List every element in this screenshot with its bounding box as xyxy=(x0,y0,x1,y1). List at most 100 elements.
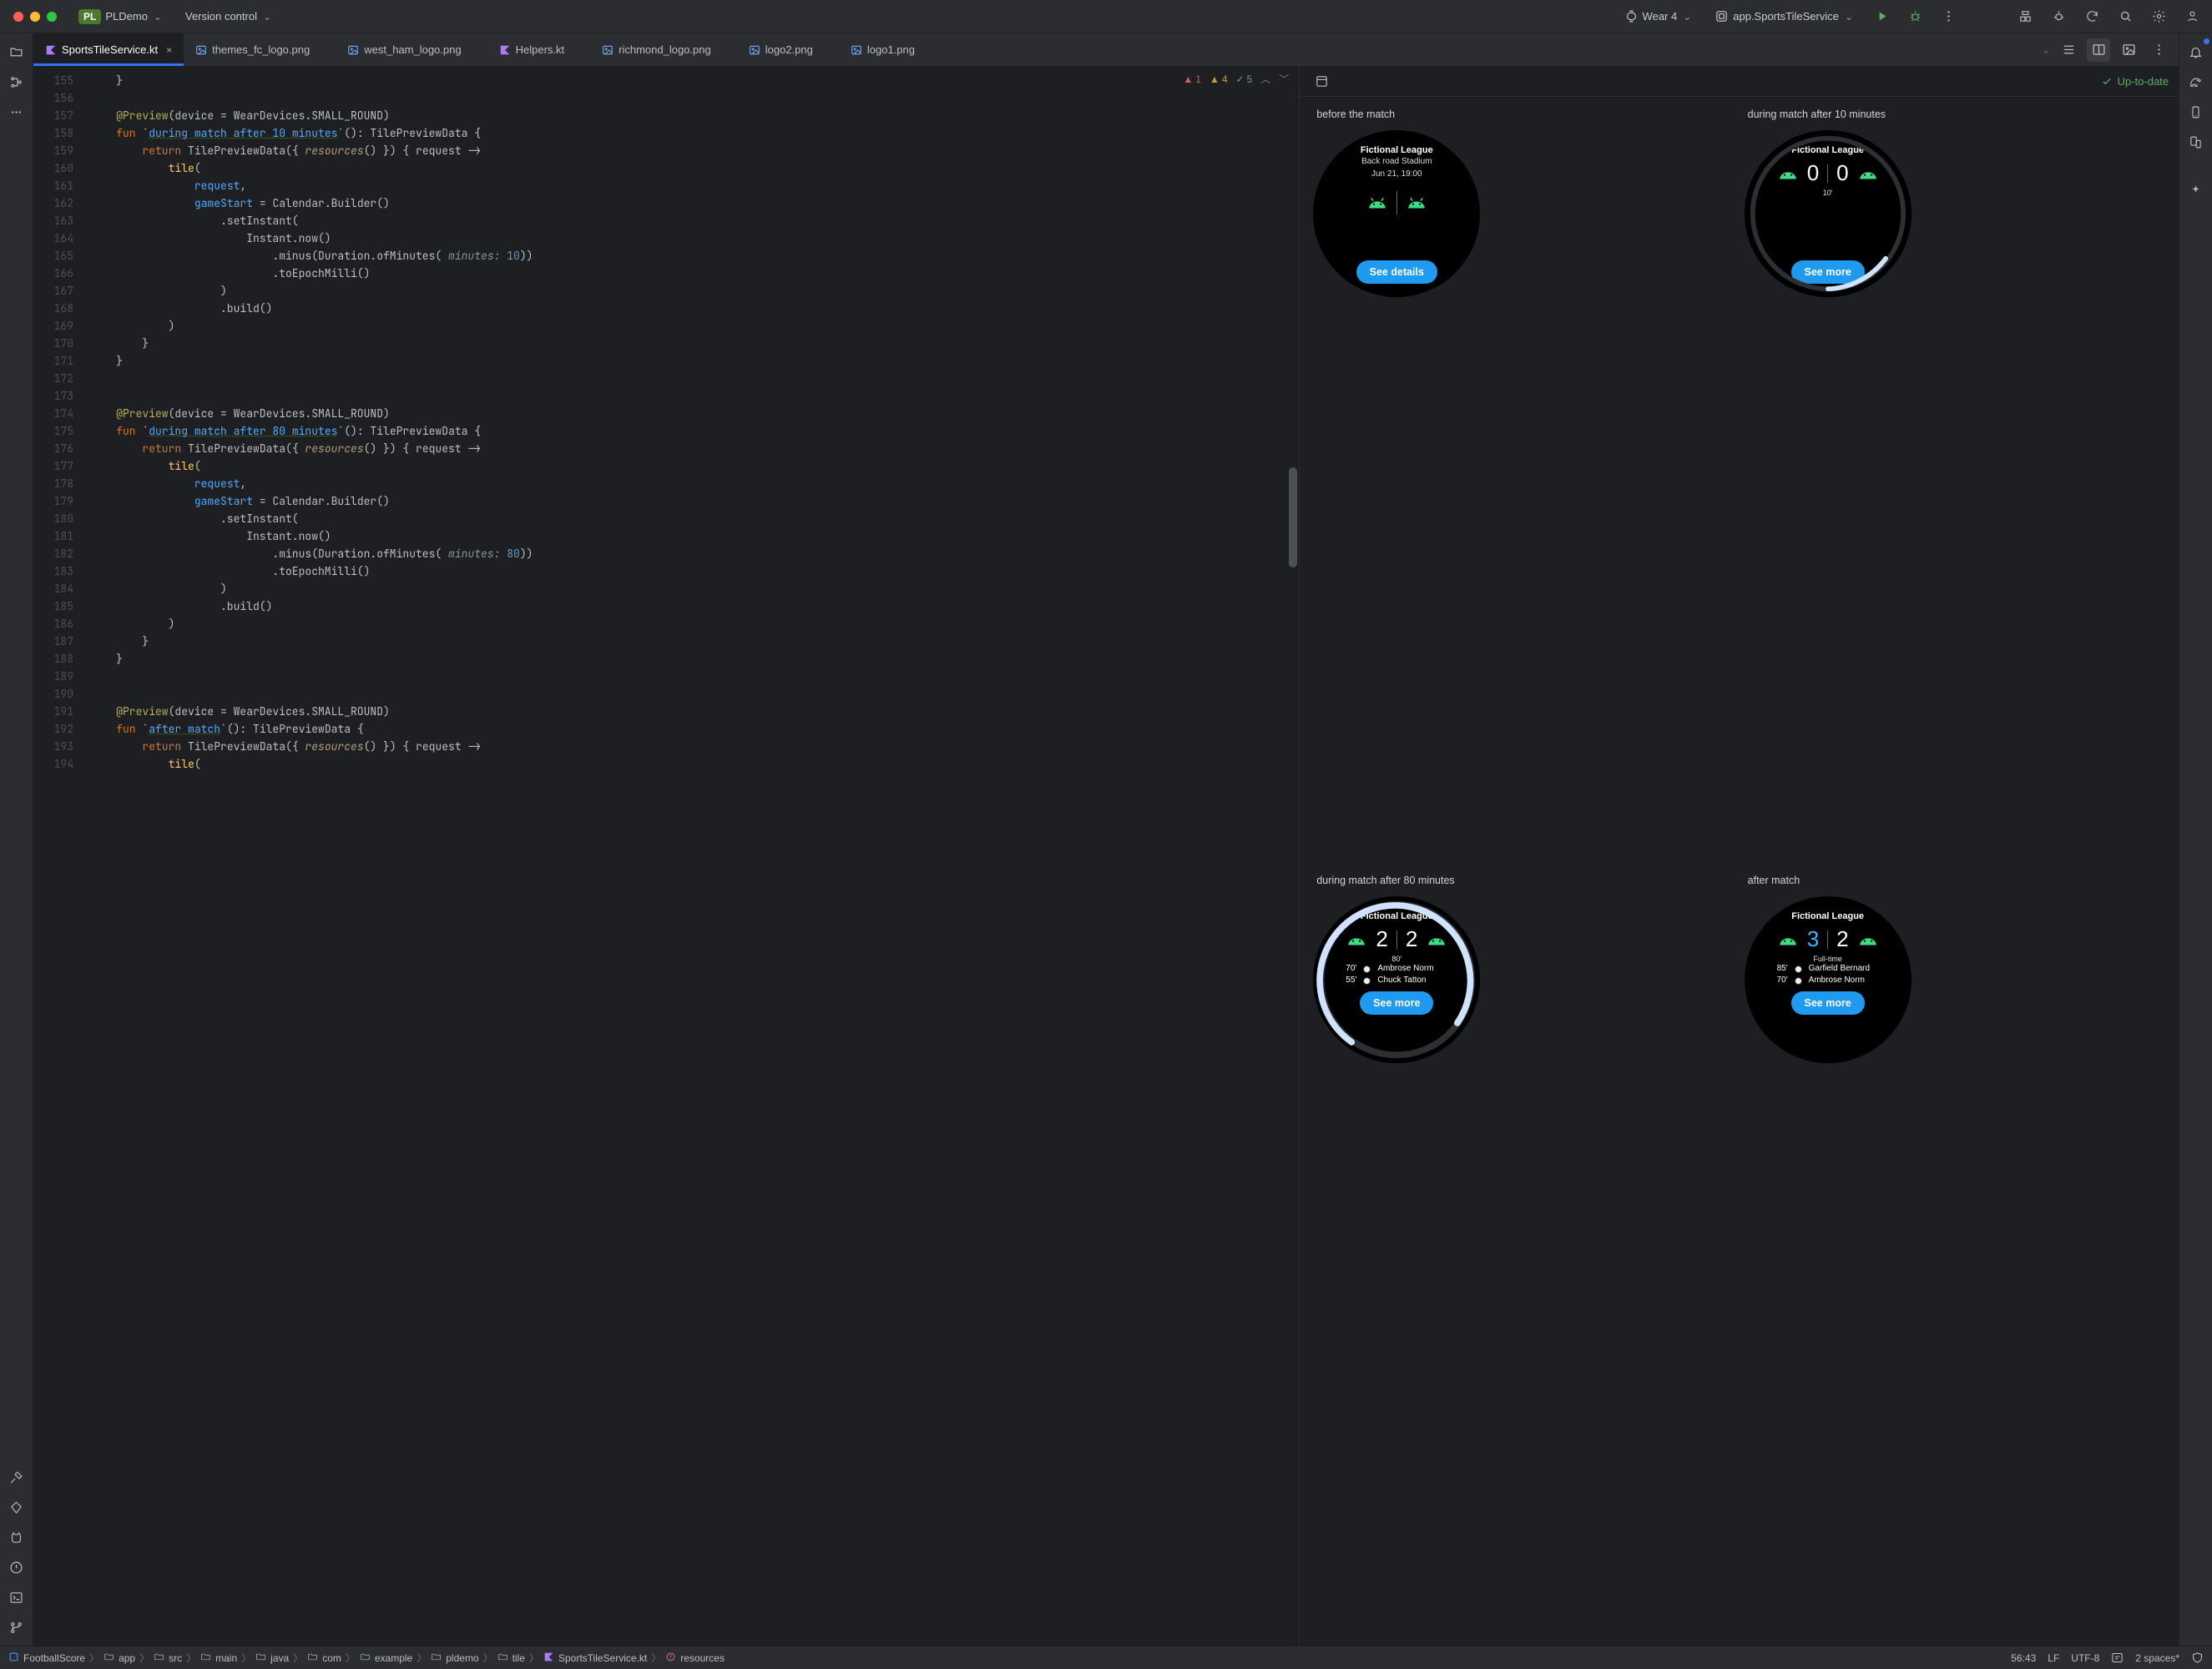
device-manager-button[interactable] xyxy=(2184,100,2208,124)
breadcrumbs[interactable]: FootballScore〉app〉src〉main〉java〉com〉exam… xyxy=(8,1651,725,1665)
terminal-icon xyxy=(9,1591,23,1605)
code-area[interactable]: } @Preview(device = WearDevices.SMALL_RO… xyxy=(83,67,1299,1646)
breadcrumb-segment[interactable]: FootballScore xyxy=(23,1652,85,1664)
editor-tab[interactable]: west_ham_logo.png × xyxy=(336,33,487,66)
panel-icon xyxy=(1315,74,1329,88)
window-controls xyxy=(8,12,62,22)
maximize-window-icon[interactable] xyxy=(47,12,57,22)
vcs-widget[interactable]: Version control xyxy=(179,7,278,26)
caret-position[interactable]: 56:43 xyxy=(2011,1652,2036,1664)
close-tab-icon[interactable]: × xyxy=(166,44,172,56)
settings-button[interactable] xyxy=(2147,5,2170,28)
datetime-label: Jun 21, 19:00 xyxy=(1371,169,1422,180)
breadcrumb-icon xyxy=(200,1651,211,1665)
view-mode-split-button[interactable] xyxy=(2087,38,2110,62)
file-encoding[interactable]: UTF-8 xyxy=(2071,1652,2099,1664)
line-gutter[interactable]: 1551561571581591601611621631641651661671… xyxy=(33,67,83,1646)
vcs-button[interactable] xyxy=(5,1616,28,1639)
sparkle-icon xyxy=(2189,184,2203,198)
editor-tab[interactable]: Helpers.kt × xyxy=(487,33,591,66)
toolbar-build-button[interactable] xyxy=(2047,5,2070,28)
breadcrumb-segment[interactable]: tile xyxy=(513,1652,525,1664)
view-mode-list-button[interactable] xyxy=(2057,38,2080,62)
search-everywhere-button[interactable] xyxy=(2114,5,2137,28)
problems-button[interactable] xyxy=(5,1556,28,1579)
account-button[interactable] xyxy=(2180,5,2204,28)
running-devices-button[interactable] xyxy=(2184,130,2208,154)
close-window-icon[interactable] xyxy=(13,12,23,22)
watch-face[interactable]: Fictional League 0 0 10' See more xyxy=(1745,130,1912,297)
toolbar-sync-button[interactable] xyxy=(2080,5,2103,28)
home-score: 3 xyxy=(1807,926,1819,952)
warning-count[interactable]: ▲ 4 xyxy=(1210,73,1228,85)
minimize-window-icon[interactable] xyxy=(30,12,40,22)
inspection-widget[interactable]: ▲ 1 ▲ 4 ✓ 5 ︿ ﹀ xyxy=(1183,72,1289,86)
editor-tab[interactable]: SportsTileService.kt × xyxy=(33,33,184,66)
breadcrumb-segment[interactable]: com xyxy=(322,1652,341,1664)
breadcrumb-segment[interactable]: app xyxy=(119,1652,135,1664)
gradle-button[interactable] xyxy=(2184,70,2208,93)
scrollbar-thumb[interactable] xyxy=(1289,467,1297,567)
breadcrumb-segment[interactable]: resources xyxy=(680,1652,725,1664)
build-variants-button[interactable] xyxy=(5,1465,28,1489)
editor-tab[interactable]: richmond_logo.png × xyxy=(590,33,737,66)
breadcrumb-segment[interactable]: pldemo xyxy=(446,1652,478,1664)
code-with-me-icon xyxy=(2018,9,2033,23)
breadcrumb-segment[interactable]: java xyxy=(270,1652,289,1664)
logcat-button[interactable] xyxy=(5,1525,28,1549)
check-icon xyxy=(2101,76,2113,88)
run-config-selector[interactable]: app.SportsTileService xyxy=(1708,6,1860,27)
editor-tab[interactable]: logo1.png × xyxy=(839,33,941,66)
file-icon xyxy=(749,44,760,56)
indent-settings[interactable]: 2 spaces* xyxy=(2135,1652,2179,1664)
prev-highlight-button[interactable]: ︿ xyxy=(1260,72,1270,86)
resource-manager-button[interactable] xyxy=(5,1495,28,1519)
project-toolwindow-button[interactable] xyxy=(5,40,28,63)
overflow-tabs-button[interactable] xyxy=(2040,43,2050,56)
notifications-button[interactable] xyxy=(2184,40,2208,63)
preview-title: during match after 80 minutes xyxy=(1316,875,1454,886)
team-home-icon xyxy=(1777,932,1799,947)
editor-tab[interactable]: themes_fc_logo.png × xyxy=(184,33,336,66)
tab-actions-button[interactable] xyxy=(2147,38,2170,62)
watch-face[interactable]: Fictional League 2 2 80' 70'Ambrose Norm xyxy=(1313,896,1480,1063)
error-count[interactable]: ▲ 1 xyxy=(1183,73,1201,85)
breadcrumb-icon xyxy=(8,1651,19,1665)
tab-label: SportsTileService.kt xyxy=(62,43,158,56)
shield-icon[interactable] xyxy=(2191,1651,2204,1664)
file-icon xyxy=(499,44,511,56)
device-selector[interactable]: Wear 4 xyxy=(1618,6,1699,27)
more-actions-button[interactable] xyxy=(1937,5,1960,28)
editor-tab[interactable]: logo2.png × xyxy=(737,33,839,66)
breadcrumb-icon xyxy=(497,1651,508,1665)
ai-assistant-button[interactable] xyxy=(2184,179,2208,202)
more-toolwindows-button[interactable] xyxy=(5,100,28,124)
watch-face[interactable]: Fictional League 3 2 Full-time 85'Garfie… xyxy=(1745,896,1912,1063)
breadcrumb-icon xyxy=(360,1651,371,1665)
watch-face[interactable]: Fictional League Back road Stadium Jun 2… xyxy=(1313,130,1480,297)
events-list: 85'Garfield Bernard 70'Ambrose Norm xyxy=(1745,963,1912,986)
breadcrumb-icon xyxy=(154,1651,164,1665)
code-editor[interactable]: ▲ 1 ▲ 4 ✓ 5 ︿ ﹀ 155156157158159160161162… xyxy=(33,67,1299,1646)
code-with-me-button[interactable] xyxy=(2013,5,2037,28)
line-separator[interactable]: LF xyxy=(2048,1652,2059,1664)
see-details-button[interactable]: See details xyxy=(1356,260,1437,284)
project-selector[interactable]: PL PLDemo xyxy=(72,6,169,28)
structure-toolwindow-button[interactable] xyxy=(5,70,28,93)
breadcrumb-segment[interactable]: src xyxy=(169,1652,182,1664)
view-mode-preview-button[interactable] xyxy=(2117,38,2140,62)
run-button[interactable] xyxy=(1870,5,1893,28)
terminal-button[interactable] xyxy=(5,1586,28,1609)
preview-refresh-button[interactable] xyxy=(1310,70,1333,93)
ok-count[interactable]: ✓ 5 xyxy=(1236,73,1253,85)
breadcrumb-segment[interactable]: main xyxy=(215,1652,237,1664)
breadcrumb-segment[interactable]: SportsTileService.kt xyxy=(558,1652,647,1664)
next-highlight-button[interactable]: ﹀ xyxy=(1279,72,1289,86)
project-name: PLDemo xyxy=(105,10,148,23)
see-more-button[interactable]: See more xyxy=(1791,991,1865,1015)
preview-title: before the match xyxy=(1316,108,1395,120)
readonly-icon[interactable] xyxy=(2111,1651,2124,1664)
debug-button[interactable] xyxy=(1903,5,1927,28)
breadcrumb-segment[interactable]: example xyxy=(375,1652,412,1664)
chevron-down-icon xyxy=(261,10,271,23)
